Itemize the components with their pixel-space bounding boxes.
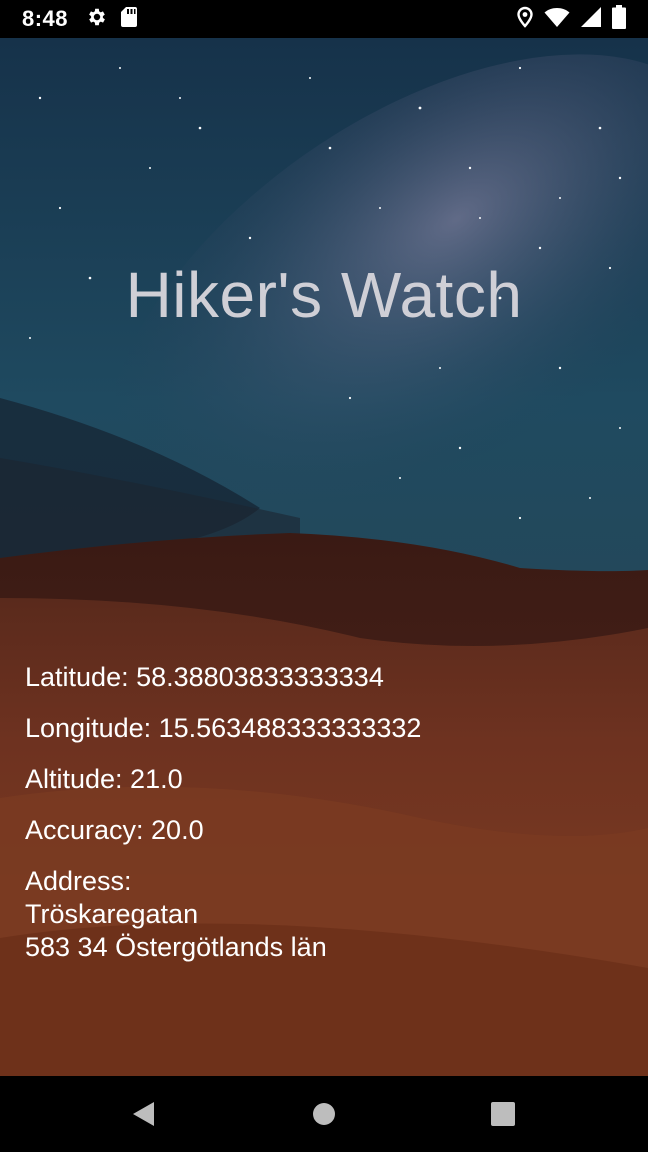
location-info: Latitude: 58.38803833333334 Longitude: 1… (25, 661, 421, 964)
recents-icon[interactable] (487, 1098, 519, 1130)
wifi-icon (544, 6, 570, 33)
back-icon[interactable] (127, 1098, 159, 1130)
battery-icon (612, 4, 626, 34)
navigation-bar (0, 1076, 648, 1152)
address-label: Address: (25, 866, 132, 896)
address-block: Address: Tröskaregatan 583 34 Östergötla… (25, 865, 421, 964)
latitude-text: Latitude: 58.38803833333334 (25, 662, 384, 692)
altitude-text: Altitude: 21.0 (25, 764, 183, 794)
longitude-text: Longitude: 15.563488333333332 (25, 713, 422, 743)
accuracy-text: Accuracy: 20.0 (25, 815, 204, 845)
status-time: 8:48 (22, 6, 69, 31)
home-icon[interactable] (308, 1098, 340, 1130)
address-street: Tröskaregatan (25, 899, 199, 929)
location-pin-icon (516, 6, 534, 33)
app-screen: Hiker's Watch Latitude: 58.3880383333333… (0, 38, 648, 1076)
app-title: Hiker's Watch (125, 259, 523, 331)
address-region: 583 34 Östergötlands län (25, 932, 327, 962)
sd-card-icon (120, 6, 138, 33)
cellular-signal-icon (580, 6, 602, 33)
status-bar: 8:48 (0, 0, 648, 38)
gear-icon (86, 6, 108, 33)
